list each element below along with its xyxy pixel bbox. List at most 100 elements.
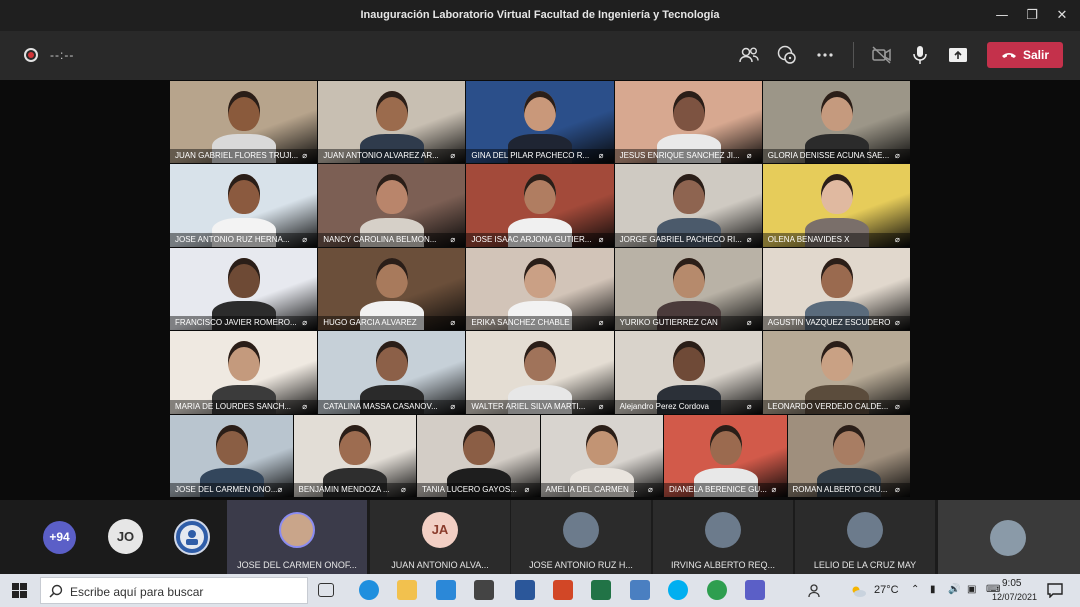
participant-head (524, 257, 557, 298)
video-tile[interactable]: GINA DEL PILAR PACHECO R... ⌀ (466, 81, 614, 164)
search-icon (49, 584, 63, 598)
participant-avatar-jo[interactable]: JO (108, 519, 143, 554)
participant-tile[interactable]: LELIO DE LA CRUZ MAY (795, 500, 935, 574)
participant-name: JUAN ANTONIO ALVA... (391, 560, 489, 570)
more-options-icon[interactable] (813, 43, 837, 67)
participant-name: JORGE GABRIEL PACHECO RI... (614, 232, 762, 247)
edge-icon[interactable] (359, 580, 379, 600)
people-icon[interactable] (806, 583, 822, 599)
participant-tile[interactable]: JOSE DEL CARMEN ONOF... (227, 500, 367, 574)
excel-icon[interactable] (591, 580, 611, 600)
participant-name: YURIKO GUTIERREZ CAN (614, 316, 762, 331)
mic-muted-icon: ⌀ (894, 318, 900, 328)
mic-muted-icon: ⌀ (450, 151, 456, 161)
video-tile[interactable]: BENJAMIN MENDOZA ... ⌀ (293, 414, 416, 497)
battery-icon[interactable]: ▮ (930, 584, 936, 595)
volume-icon[interactable]: 🔊 (948, 584, 960, 595)
participant-name: ROMAN ALBERTO CRU... (787, 482, 910, 497)
video-tile[interactable]: JOSE DEL CARMEN ONO... ⌀ (170, 414, 293, 497)
powerpoint-icon[interactable] (553, 580, 573, 600)
clock-time[interactable]: 9:05 (1002, 578, 1021, 589)
mic-muted-icon: ⌀ (450, 234, 456, 244)
participant-name: HUGO GARCIA ALVAREZ (318, 316, 466, 331)
network-icon[interactable]: ▣ (967, 584, 976, 595)
participant-head (709, 424, 742, 465)
video-tile[interactable]: JUAN GABRIEL FLORES TRUJI... ⌀ (170, 81, 318, 164)
clock-date[interactable]: 12/07/2021 (992, 592, 1037, 602)
minimize-icon[interactable]: — (992, 6, 1012, 26)
participant-tile-extra[interactable] (938, 500, 1080, 574)
video-tile[interactable]: JESUS ENRIQUE SANCHEZ JI... ⌀ (614, 81, 762, 164)
video-tile[interactable]: GLORIA DENISSE ACUNA SAE... ⌀ (762, 81, 910, 164)
mic-muted-icon: ⌀ (450, 318, 456, 328)
meeting-timer: --:-- (50, 48, 75, 62)
participants-icon[interactable] (737, 43, 761, 67)
overflow-participants-badge[interactable]: +94 (43, 521, 76, 554)
store-icon[interactable] (474, 580, 494, 600)
video-tile[interactable]: AMELIA DEL CARMEN ... ⌀ (540, 414, 663, 497)
teams-icon[interactable] (745, 580, 765, 600)
mic-muted-icon: ⌀ (598, 401, 604, 411)
chat-icon[interactable] (775, 43, 799, 67)
mic-muted-icon: ⌀ (524, 484, 530, 494)
video-tile[interactable]: AGUSTIN VAZQUEZ ESCUDERO ⌀ (762, 247, 910, 331)
video-tile[interactable]: ROMAN ALBERTO CRU... ⌀ (787, 414, 910, 497)
leave-button[interactable]: Salir (987, 42, 1063, 68)
video-tile[interactable]: MARIA DE LOURDES SANCH... ⌀ (170, 331, 318, 414)
video-tile[interactable]: CATALINA MASSA CASANOV... ⌀ (318, 331, 466, 414)
video-tile[interactable]: JORGE GABRIEL PACHECO RI... ⌀ (614, 164, 762, 247)
video-tile[interactable]: JOSE ISAAC ARJONA GUTIER... ⌀ (466, 164, 614, 247)
participant-name: WALTER ARIEL SILVA MARTI... (466, 399, 614, 414)
video-tile[interactable]: LEONARDO VERDEJO CALDE... ⌀ (762, 331, 910, 414)
window-title: Inauguración Laboratorio Virtual Faculta… (360, 9, 720, 21)
windows-start-icon[interactable] (12, 583, 27, 598)
mic-muted-icon: ⌀ (894, 234, 900, 244)
participant-name: JUAN GABRIEL FLORES TRUJI... (170, 149, 318, 164)
restore-icon[interactable]: ❐ (1022, 6, 1042, 26)
video-tile[interactable]: ERIKA SANCHEZ CHABLE ⌀ (466, 247, 614, 331)
participant-head (820, 257, 853, 298)
notifications-icon[interactable] (1047, 583, 1063, 598)
camera-off-icon[interactable] (870, 43, 894, 67)
participant-head (820, 91, 853, 131)
participant-head (376, 174, 409, 215)
participant-avatar (563, 512, 599, 548)
participant-head (524, 174, 557, 215)
mic-muted-icon: ⌀ (598, 151, 604, 161)
video-tile[interactable]: NANCY CAROLINA BELMON... ⌀ (318, 164, 466, 247)
video-tile[interactable]: FRANCISCO JAVIER ROMERO... ⌀ (170, 247, 318, 331)
title-bar: Inauguración Laboratorio Virtual Faculta… (0, 0, 1080, 31)
tray-chevron-icon[interactable]: ⌃ (911, 584, 919, 595)
skype-icon[interactable] (668, 580, 688, 600)
participant-head (820, 341, 853, 382)
word-icon[interactable] (515, 580, 535, 600)
university-seal-icon (180, 525, 204, 549)
participant-name: JUAN ANTONIO ALVAREZ AR... (318, 149, 466, 164)
participant-name: BENJAMIN MENDOZA ... (293, 482, 416, 497)
task-view-icon[interactable] (318, 583, 334, 597)
file-explorer-icon[interactable] (397, 580, 417, 600)
chrome-icon[interactable] (707, 580, 727, 600)
video-tile[interactable]: DIANELA BERENICE GU... ⌀ (664, 414, 787, 497)
share-screen-icon[interactable] (946, 43, 970, 67)
video-tile[interactable]: JUAN ANTONIO ALVAREZ AR... ⌀ (318, 81, 466, 164)
mail-icon[interactable] (436, 580, 456, 600)
video-tile[interactable]: WALTER ARIEL SILVA MARTI... ⌀ (466, 331, 614, 414)
close-icon[interactable]: ✕ (1052, 6, 1072, 26)
video-tile[interactable]: Alejandro Perez Cordova ⌀ (614, 331, 762, 414)
participant-tile[interactable]: IRVING ALBERTO REQ... (653, 500, 793, 574)
video-tile[interactable]: JOSE ANTONIO RUZ HERNA... ⌀ (170, 164, 318, 247)
weather-icon[interactable] (849, 583, 867, 599)
video-tile[interactable]: OLENA BENAVIDES X ⌀ (762, 164, 910, 247)
video-grid: JUAN GABRIEL FLORES TRUJI... ⌀ JUAN ANTONI… (170, 81, 911, 498)
video-tile[interactable]: TANIA LUCERO GAYOS... ⌀ (417, 414, 540, 497)
participant-head (228, 91, 261, 131)
photos-icon[interactable] (630, 580, 650, 600)
participant-tile[interactable]: JA JUAN ANTONIO ALVA... (370, 500, 510, 574)
video-tile[interactable]: YURIKO GUTIERREZ CAN ⌀ (614, 247, 762, 331)
video-tile[interactable]: HUGO GARCIA ALVAREZ ⌀ (318, 247, 466, 331)
microphone-icon[interactable] (908, 43, 932, 67)
participant-tile[interactable]: JOSE ANTONIO RUZ H... (511, 500, 651, 574)
participant-avatar-logo[interactable] (174, 519, 210, 555)
taskbar-search-input[interactable]: Escribe aquí para buscar (40, 577, 308, 604)
